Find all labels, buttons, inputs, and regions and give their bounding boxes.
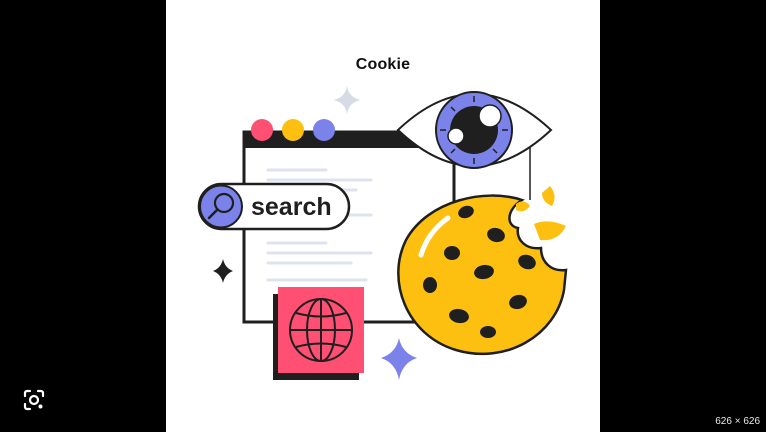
window-dot-purple bbox=[313, 119, 335, 141]
illustration-title: Cookie bbox=[355, 56, 411, 73]
search-label: search bbox=[251, 193, 332, 221]
globe-card bbox=[273, 287, 364, 380]
sparkle-icon-left bbox=[213, 259, 233, 283]
sparkle-icon-top bbox=[333, 86, 361, 114]
image-viewer: search Cookie 626 × 626 bbox=[0, 0, 766, 432]
image-dimensions: 626 × 626 bbox=[715, 416, 760, 427]
image-panel[interactable]: search Cookie bbox=[166, 0, 600, 432]
sparkle-icon-bottom bbox=[381, 338, 417, 380]
window-dot-yellow bbox=[282, 119, 304, 141]
window-dot-pink bbox=[251, 119, 273, 141]
google-lens-button[interactable] bbox=[22, 388, 46, 412]
google-lens-icon bbox=[23, 389, 45, 411]
search-bar: search bbox=[197, 182, 351, 231]
globe-icon bbox=[289, 298, 353, 362]
